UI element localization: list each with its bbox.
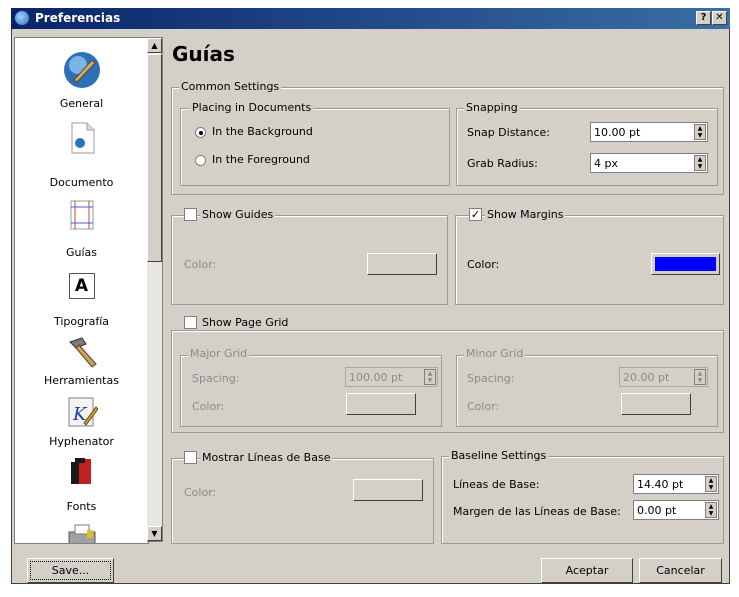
- sidebar-item-label: Herramientas: [44, 374, 119, 387]
- baseline-color-button[interactable]: [353, 479, 423, 501]
- major-color-button[interactable]: [346, 393, 416, 415]
- title-bar: Preferencias ? ✕: [11, 8, 730, 29]
- printer-icon: [68, 524, 96, 543]
- sidebar-item-tipografia[interactable]: A Tipografía: [15, 273, 148, 333]
- snap-distance-value: 10.00 pt: [594, 126, 641, 139]
- typography-icon: A: [68, 273, 95, 299]
- sidebar-item-label: Fonts: [66, 500, 97, 513]
- spin-arrows-icon[interactable]: ▲ ▼: [694, 124, 706, 140]
- category-sidebar[interactable]: General Documento Guías A Tipografía Her…: [14, 37, 149, 544]
- guides-color-label: Color:: [184, 258, 217, 271]
- major-grid-group: [180, 355, 442, 427]
- baseline-margin-label: Margen de las Líneas de Base:: [453, 505, 621, 518]
- show-margins-label[interactable]: Show Margins: [485, 208, 566, 221]
- snap-distance-spinbox[interactable]: 10.00 pt ▲ ▼: [590, 122, 708, 142]
- accept-button[interactable]: Aceptar: [541, 558, 633, 583]
- page-title: Guías: [172, 42, 235, 66]
- grab-radius-label: Grab Radius:: [467, 157, 538, 170]
- grab-radius-spinbox[interactable]: 4 px ▲ ▼: [590, 153, 708, 173]
- baseline-margin-value: 0.00 pt: [637, 504, 677, 517]
- scroll-up-button[interactable]: ▲: [147, 38, 162, 53]
- snapping-legend: Snapping: [464, 101, 520, 114]
- major-color-label: Color:: [192, 400, 225, 413]
- baseline-group: [171, 458, 434, 544]
- background-radio-label[interactable]: In the Background: [212, 125, 313, 138]
- fonts-icon: [70, 458, 91, 484]
- sidebar-item-label: Documento: [49, 176, 114, 189]
- show-page-grid-label[interactable]: Show Page Grid: [200, 316, 291, 329]
- spin-arrows-icon[interactable]: ▲ ▼: [424, 369, 436, 385]
- placing-legend: Placing in Documents: [190, 101, 314, 114]
- show-guides-checkbox[interactable]: [184, 208, 197, 221]
- foreground-radio-label[interactable]: In the Foreground: [212, 153, 310, 166]
- sidebar-scrollbar[interactable]: ▲ ▼: [147, 37, 163, 542]
- spin-arrows-icon[interactable]: ▲ ▼: [705, 476, 717, 492]
- major-spacing-value: 100.00 pt: [349, 371, 403, 384]
- sidebar-item-fonts[interactable]: Fonts: [15, 456, 148, 516]
- snap-distance-label: Snap Distance:: [467, 126, 550, 139]
- minor-grid-group: [456, 355, 718, 427]
- spin-arrows-icon[interactable]: ▲ ▼: [694, 369, 706, 385]
- sidebar-item-herramientas[interactable]: Herramientas: [15, 334, 148, 396]
- margins-color-swatch: [655, 257, 716, 271]
- minor-color-button[interactable]: [621, 393, 691, 415]
- show-margins-checkbox[interactable]: ✓: [469, 208, 482, 221]
- major-grid-legend: Major Grid: [188, 347, 250, 360]
- window-title: Preferencias: [35, 11, 121, 25]
- baseline-lines-value: 14.40 pt: [637, 478, 684, 491]
- guides-color-button[interactable]: [367, 253, 437, 275]
- show-baseline-label[interactable]: Mostrar Líneas de Base: [200, 451, 333, 464]
- save-button[interactable]: Save...: [27, 558, 114, 583]
- foreground-radio[interactable]: [195, 155, 206, 166]
- sidebar-item-documento[interactable]: Documento: [15, 121, 148, 189]
- general-icon: [63, 52, 100, 88]
- app-icon: [15, 11, 29, 25]
- scroll-down-button[interactable]: ▼: [147, 526, 162, 541]
- baseline-settings-legend: Baseline Settings: [449, 449, 549, 462]
- close-button[interactable]: ✕: [712, 11, 727, 25]
- document-icon: [71, 122, 94, 154]
- sidebar-item-general[interactable]: General: [15, 50, 148, 112]
- snapping-group: [456, 108, 718, 186]
- scroll-thumb[interactable]: [147, 54, 162, 262]
- show-page-grid-checkbox[interactable]: [184, 316, 197, 329]
- guides-icon: [70, 200, 93, 230]
- baseline-color-label: Color:: [184, 486, 217, 499]
- sidebar-item-label: General: [59, 97, 104, 110]
- minor-color-label: Color:: [467, 400, 500, 413]
- major-spacing-spinbox[interactable]: 100.00 pt ▲ ▼: [345, 367, 438, 387]
- sidebar-item-label: Hyphenator: [49, 435, 114, 448]
- spin-arrows-icon[interactable]: ▲ ▼: [705, 502, 717, 518]
- hyphenator-icon: K: [68, 397, 98, 427]
- margins-color-button[interactable]: [651, 253, 720, 275]
- show-baseline-checkbox[interactable]: [184, 451, 197, 464]
- common-settings-legend: Common Settings: [179, 80, 282, 93]
- minor-spacing-label: Spacing:: [467, 372, 515, 385]
- cancel-button[interactable]: Cancelar: [639, 558, 722, 583]
- grab-radius-value: 4 px: [594, 157, 618, 170]
- background-radio[interactable]: [195, 127, 206, 138]
- baseline-margin-spinbox[interactable]: 0.00 pt ▲ ▼: [633, 500, 719, 520]
- spin-arrows-icon[interactable]: ▲ ▼: [694, 155, 706, 171]
- baseline-lines-spinbox[interactable]: 14.40 pt ▲ ▼: [633, 474, 719, 494]
- margins-color-label: Color:: [467, 258, 500, 271]
- show-guides-label[interactable]: Show Guides: [200, 208, 276, 221]
- minor-spacing-value: 20.00 pt: [623, 371, 670, 384]
- sidebar-item-hyphenator[interactable]: K Hyphenator: [15, 395, 148, 457]
- sidebar-item-label: Tipografía: [53, 315, 110, 328]
- sidebar-item-guias[interactable]: Guías: [15, 199, 148, 259]
- sidebar-item-label: Guías: [65, 246, 98, 259]
- hammer-icon: [68, 337, 97, 368]
- help-button[interactable]: ?: [696, 11, 711, 25]
- minor-grid-legend: Minor Grid: [464, 347, 526, 360]
- minor-spacing-spinbox[interactable]: 20.00 pt ▲ ▼: [619, 367, 708, 387]
- baseline-lines-label: Líneas de Base:: [453, 478, 540, 491]
- major-spacing-label: Spacing:: [192, 372, 240, 385]
- placing-group: [180, 108, 450, 186]
